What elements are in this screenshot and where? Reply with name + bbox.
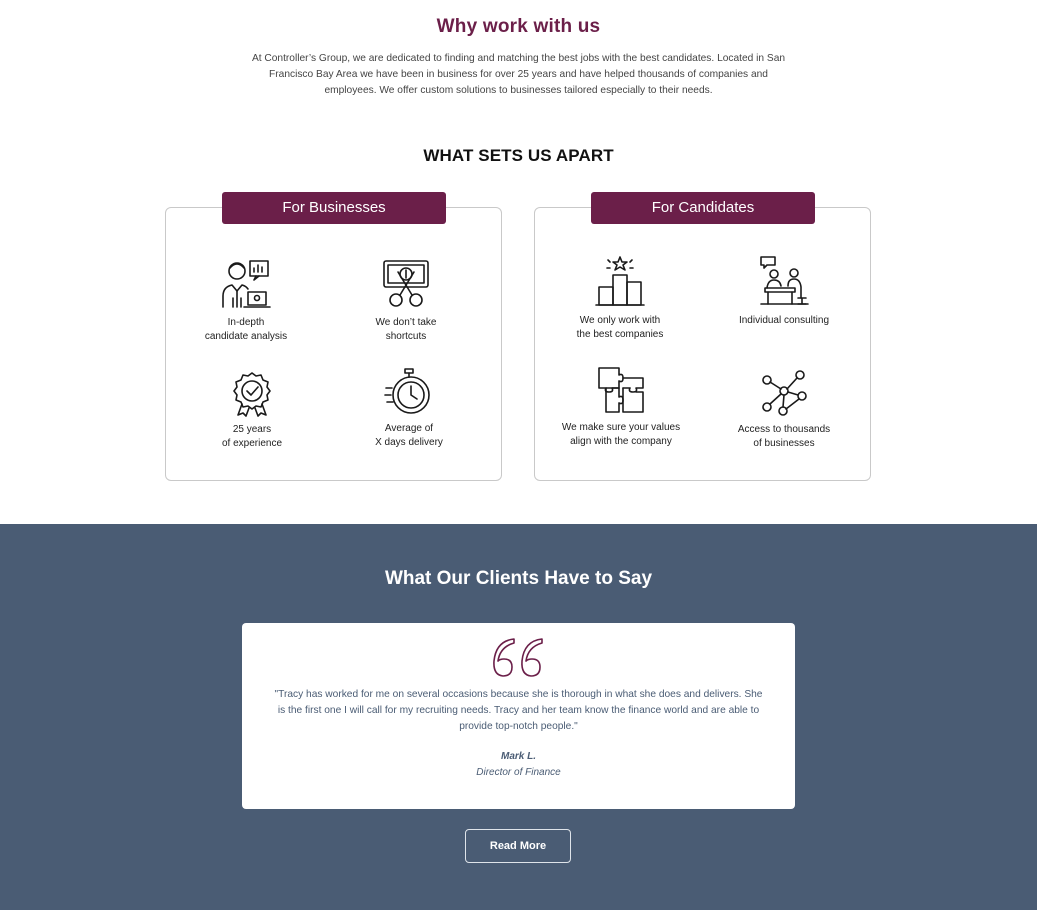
sets-apart-title: WHAT SETS US APART [423, 146, 614, 165]
feature-label: In-depth candidate analysis [204, 317, 288, 342]
businesses-heading: For Businesses [222, 192, 446, 224]
feature-label: We don’t take shortcuts [375, 317, 437, 342]
candidates-card: For Candidates We only work with the bes… [534, 192, 871, 481]
candidate-analysis-icon [222, 260, 271, 308]
feature-access-businesses: Access to thousands of businesses [709, 369, 859, 450]
feature-no-shortcuts: We don’t take shortcuts [331, 258, 481, 343]
testimonial-quote: "Tracy has worked for me on several occa… [274, 689, 763, 732]
read-more-button[interactable]: Read More [465, 829, 571, 863]
podium-star-icon [595, 256, 645, 306]
feature-experience: 25 years of experience [177, 371, 327, 450]
testimonial-card: "Tracy has worked for me on several occa… [242, 623, 795, 809]
consulting-icon [760, 256, 809, 305]
testimonial-role: Director of Finance [476, 767, 561, 778]
feature-label: Average of X days delivery [375, 423, 443, 448]
feature-label: Access to thousands of businesses [737, 424, 831, 449]
why-work-text: At Controller’s Group, we are dedicated … [251, 53, 786, 96]
why-work-title: Why work with us [436, 16, 601, 37]
feature-values-align: We make sure your values align with the … [546, 365, 696, 448]
quote-icon [493, 638, 543, 677]
intro-section: Why work with us At Controller’s Group, … [0, 0, 1037, 524]
candidates-heading: For Candidates [591, 192, 815, 224]
award-badge-icon [233, 372, 271, 417]
feature-label: We make sure your values align with the … [561, 422, 681, 447]
puzzle-icon [598, 367, 644, 413]
feature-best-companies: We only work with the best companies [545, 254, 695, 341]
businesses-card: For Businesses In-depth candidate analys… [165, 192, 502, 481]
feature-label: Individual consulting [738, 315, 830, 326]
network-icon [762, 370, 807, 416]
scissors-money-icon [383, 260, 429, 307]
testimonials-title: What Our Clients Have to Say [384, 568, 653, 589]
testimonial-author: Mark L. [500, 751, 536, 762]
testimonials-section: What Our Clients Have to Say "Tracy has … [0, 524, 1037, 910]
stopwatch-icon [384, 368, 430, 414]
feature-label: We only work with the best companies [576, 315, 664, 340]
feature-consulting: Individual consulting [709, 254, 859, 328]
feature-delivery: Average of X days delivery [334, 368, 484, 449]
feature-label: 25 years of experience [221, 424, 283, 449]
feature-candidate-analysis: In-depth candidate analysis [171, 258, 321, 343]
